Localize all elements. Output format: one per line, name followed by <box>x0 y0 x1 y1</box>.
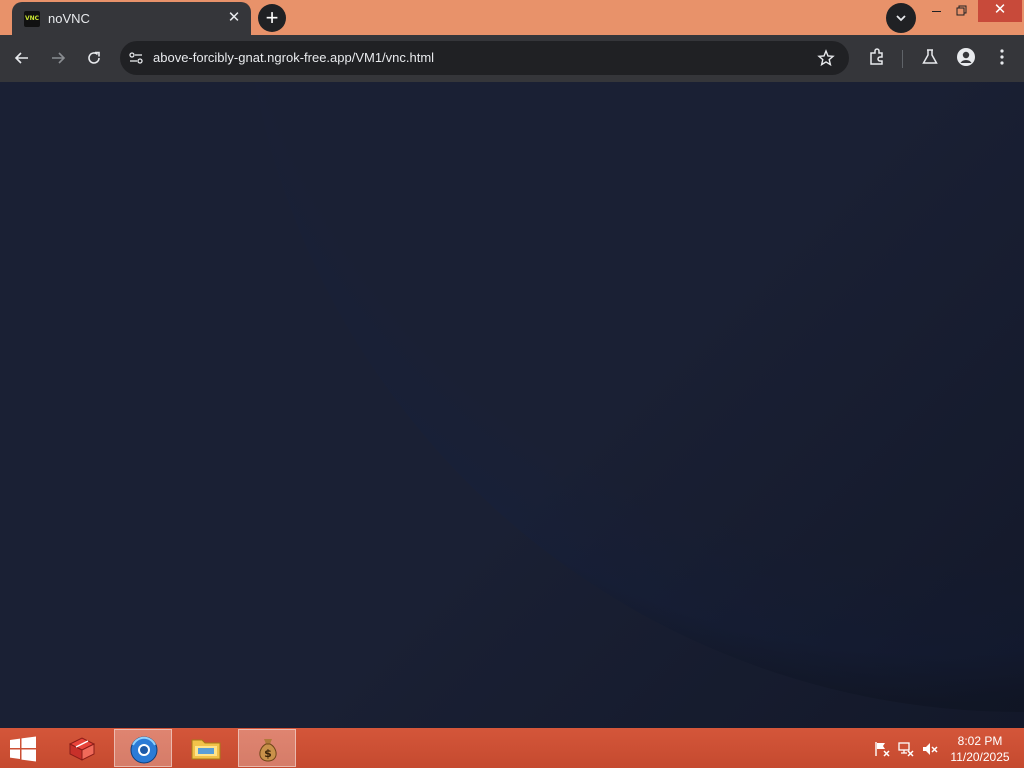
desktop-wallpaper-shade <box>0 82 1024 728</box>
extensions-icon[interactable] <box>867 47 887 67</box>
browser-toolbar: above-forcibly-gnat.ngrok-free.app/VM1/v… <box>0 35 1024 83</box>
tab-title: noVNC <box>48 11 90 26</box>
taskbar-app-box[interactable] <box>52 729 110 767</box>
new-tab-button[interactable]: + <box>258 4 286 32</box>
arrow-left-icon <box>14 52 28 64</box>
clock-date: 11/20/2025 <box>950 750 1010 764</box>
taskbar-app-money-bag[interactable]: $ <box>238 729 296 767</box>
toolbar-separator <box>902 50 903 68</box>
window-close-button[interactable]: ✕ <box>978 0 1022 22</box>
taskbar-app-file-explorer[interactable] <box>176 729 234 767</box>
profile-avatar-icon[interactable] <box>956 47 976 67</box>
action-center-flag-icon[interactable] <box>874 741 890 757</box>
speaker-muted-icon[interactable] <box>922 741 938 757</box>
tab-strip: VNC noVNC ✕ + ✕ <box>0 0 1024 35</box>
chevron-down-icon <box>896 15 906 22</box>
bookmark-star-icon[interactable] <box>817 49 835 67</box>
tab-novnc[interactable]: VNC noVNC ✕ <box>12 2 251 35</box>
money-bag-icon: $ <box>259 739 277 762</box>
box-icon <box>68 737 96 761</box>
site-info-icon[interactable] <box>128 50 144 66</box>
forward-button[interactable] <box>45 45 71 71</box>
back-button[interactable] <box>9 45 35 71</box>
reload-icon <box>88 51 100 64</box>
reload-button[interactable] <box>81 45 107 71</box>
tab-search-button[interactable] <box>886 3 916 33</box>
file-explorer-icon <box>191 739 221 760</box>
browser-icon <box>130 736 158 764</box>
taskbar: $ 8:02 PM 11/20/2025 <box>0 728 1024 768</box>
taskbar-app-browser[interactable] <box>114 729 172 767</box>
address-bar[interactable]: above-forcibly-gnat.ngrok-free.app/VM1/v… <box>120 41 849 75</box>
labs-flask-icon[interactable] <box>920 47 940 67</box>
clock-time: 8:02 PM <box>957 734 1003 748</box>
vnc-favicon-icon: VNC <box>24 11 40 27</box>
arrow-right-icon <box>52 52 66 64</box>
kebab-menu-icon[interactable] <box>992 47 1012 67</box>
remote-desktop[interactable] <box>0 82 1024 728</box>
tab-close-icon[interactable]: ✕ <box>225 9 243 27</box>
restore-icon <box>956 5 967 16</box>
url-text: above-forcibly-gnat.ngrok-free.app/VM1/v… <box>153 50 435 65</box>
taskbar-clock[interactable]: 8:02 PM 11/20/2025 <box>944 733 1016 765</box>
svg-text:$: $ <box>264 747 272 760</box>
network-icon[interactable] <box>898 741 914 757</box>
window-restore-button[interactable] <box>944 0 980 22</box>
windows-start-icon[interactable] <box>8 736 38 762</box>
